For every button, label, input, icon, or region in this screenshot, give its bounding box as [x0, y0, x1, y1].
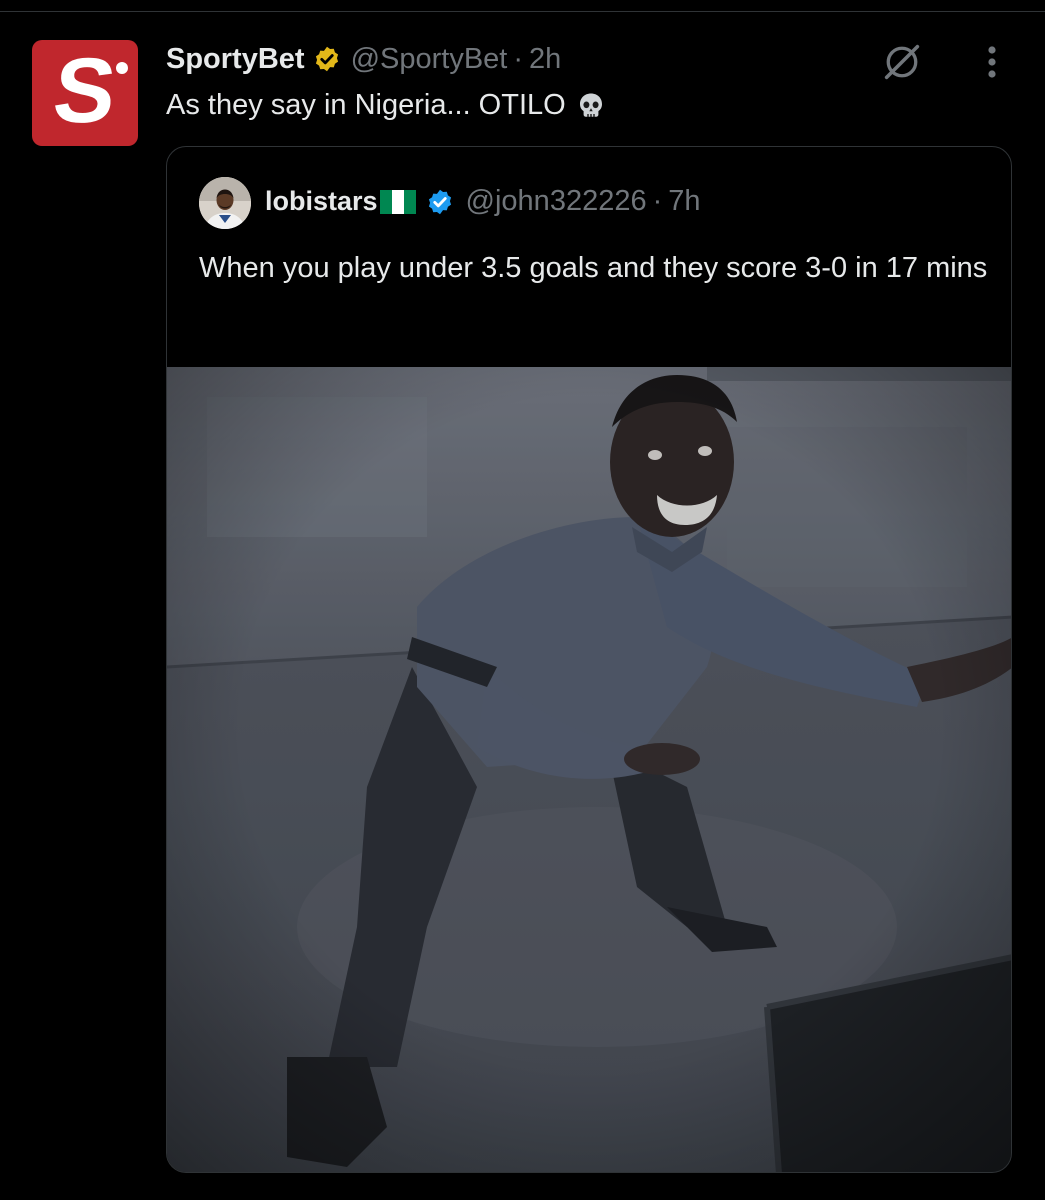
lobistars-avatar[interactable]	[199, 177, 251, 229]
top-divider	[0, 0, 1045, 12]
quote-handle[interactable]: @john322226	[466, 185, 647, 218]
nigeria-flag-icon	[379, 189, 416, 214]
timestamp[interactable]: 2h	[529, 43, 561, 76]
tweet-text-content: As they say in Nigeria... OTILO	[166, 89, 566, 121]
handle[interactable]: @SportyBet	[351, 43, 508, 76]
meme-photo[interactable]	[167, 367, 1011, 1172]
quote-timestamp[interactable]: 7h	[668, 185, 700, 218]
more-button[interactable]	[970, 39, 1014, 85]
quote-display-name[interactable]: lobistars	[265, 186, 378, 217]
quote-text: When you play under 3.5 goals and they s…	[199, 252, 988, 284]
grok-button[interactable]	[879, 39, 925, 85]
display-name[interactable]: SportyBet	[166, 43, 305, 76]
quoted-tweet[interactable]: lobistars @john322226 · 7h When you play…	[166, 146, 1012, 1173]
separator: ·	[513, 42, 524, 75]
sportybet-avatar[interactable]: S	[32, 40, 138, 146]
grok-icon	[884, 44, 920, 80]
tweet-text: As they say in Nigeria... OTILO	[166, 89, 606, 122]
meme-photo-illustration	[167, 367, 1011, 1172]
quote-header: lobistars @john322226 · 7h	[265, 185, 701, 218]
tweet-header: SportyBet @SportyBet · 2h	[166, 41, 561, 77]
tweet[interactable]: S SportyBet @SportyBet · 2h As they say …	[0, 13, 1045, 1200]
blue-verified-icon[interactable]	[426, 188, 454, 216]
avatar-dot	[116, 62, 128, 74]
quote-separator: ·	[652, 185, 663, 217]
avatar-letter: S	[48, 40, 122, 142]
more-vertical-icon	[988, 46, 996, 78]
gold-verified-icon[interactable]	[313, 45, 341, 73]
skull-icon	[576, 91, 606, 121]
